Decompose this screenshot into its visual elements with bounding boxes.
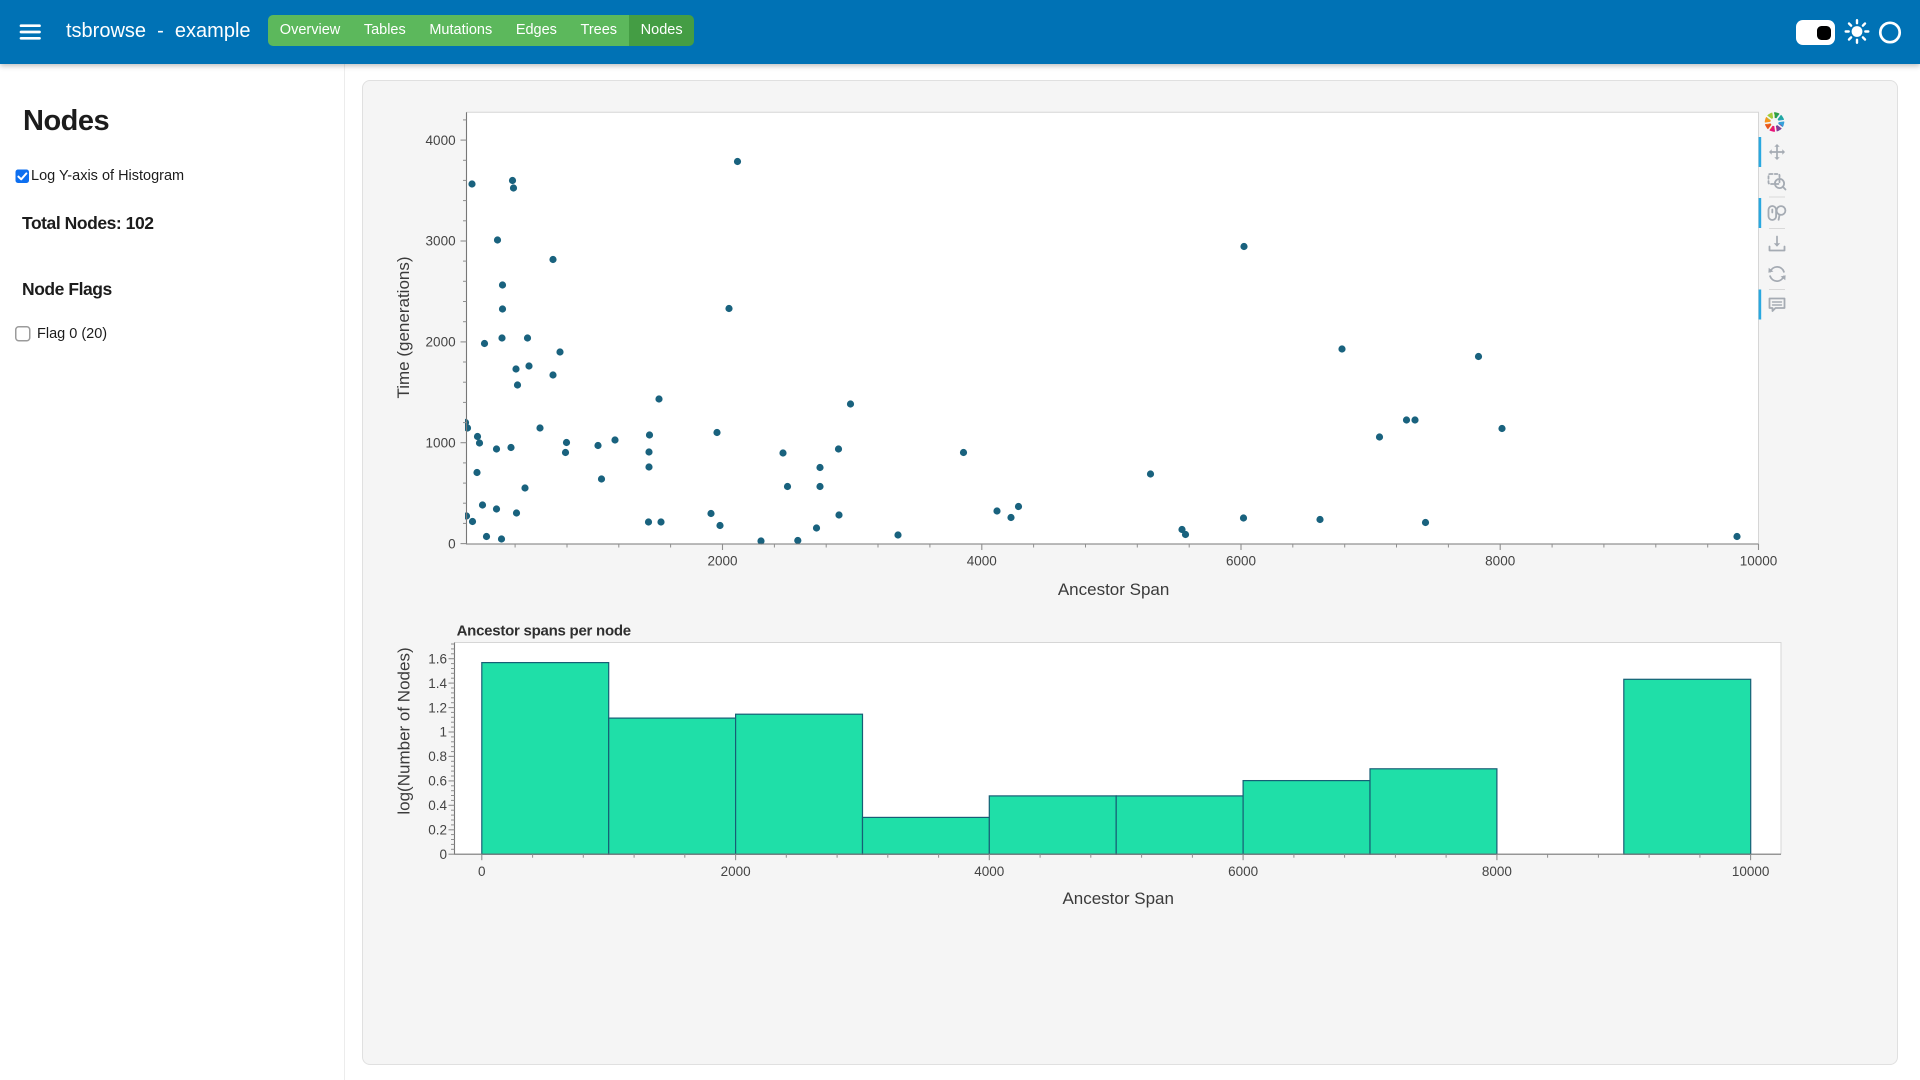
svg-text:10000: 10000 bbox=[1732, 864, 1770, 879]
svg-text:0.8: 0.8 bbox=[428, 749, 447, 764]
svg-text:10000: 10000 bbox=[1740, 554, 1778, 569]
svg-text:4000: 4000 bbox=[967, 554, 997, 569]
svg-text:6000: 6000 bbox=[1226, 554, 1256, 569]
svg-text:6000: 6000 bbox=[1228, 864, 1258, 879]
svg-text:8000: 8000 bbox=[1485, 554, 1515, 569]
svg-text:Ancestor Span: Ancestor Span bbox=[1062, 889, 1174, 908]
svg-text:1.4: 1.4 bbox=[428, 676, 447, 691]
svg-text:0.4: 0.4 bbox=[428, 798, 447, 813]
svg-text:0: 0 bbox=[478, 864, 486, 879]
svg-text:Ancestor Span: Ancestor Span bbox=[1058, 580, 1170, 599]
svg-text:Time (generations): Time (generations) bbox=[394, 256, 413, 398]
svg-text:8000: 8000 bbox=[1482, 864, 1512, 879]
svg-text:0: 0 bbox=[439, 847, 447, 862]
svg-text:1: 1 bbox=[439, 725, 447, 740]
svg-text:Ancestor spans per node: Ancestor spans per node bbox=[457, 622, 631, 639]
svg-text:log(Number of Nodes): log(Number of Nodes) bbox=[395, 647, 414, 814]
svg-text:2000: 2000 bbox=[426, 335, 456, 350]
svg-text:2000: 2000 bbox=[707, 554, 737, 569]
svg-text:2000: 2000 bbox=[721, 864, 751, 879]
svg-text:1.6: 1.6 bbox=[428, 651, 447, 666]
svg-text:0.6: 0.6 bbox=[428, 774, 447, 789]
svg-text:4000: 4000 bbox=[974, 864, 1004, 879]
svg-text:0.2: 0.2 bbox=[428, 823, 447, 838]
svg-text:3000: 3000 bbox=[426, 234, 456, 249]
svg-text:1000: 1000 bbox=[426, 435, 456, 450]
svg-text:4000: 4000 bbox=[426, 133, 456, 148]
svg-text:1.2: 1.2 bbox=[428, 700, 447, 715]
svg-text:0: 0 bbox=[448, 536, 456, 551]
